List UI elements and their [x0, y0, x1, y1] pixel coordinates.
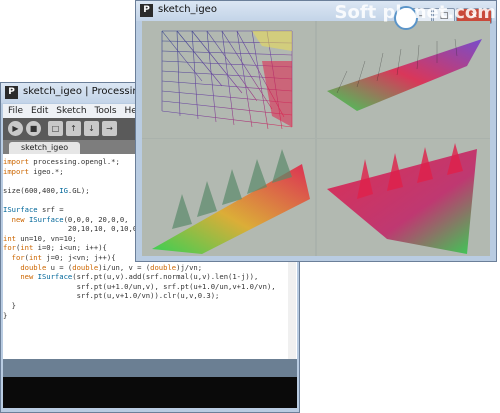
new-icon[interactable]: □	[48, 121, 63, 136]
viewport-top-right[interactable]	[317, 21, 490, 138]
menu-file[interactable]: File	[8, 104, 23, 118]
viewport-top-left[interactable]	[142, 21, 315, 138]
sketch-window: P sketch_igeo – □ ✕	[135, 0, 497, 262]
menu-edit[interactable]: Edit	[31, 104, 48, 118]
sketch-canvas[interactable]	[142, 21, 490, 256]
watermark: Soft planet.com	[334, 2, 497, 23]
open-icon[interactable]: ↑	[66, 121, 81, 136]
menu-tools[interactable]: Tools	[94, 104, 116, 118]
code-line[interactable]: srf.pt(u,v+1.0/vn)).clr(u,v,0.3);	[3, 291, 297, 301]
status-bar	[3, 359, 297, 377]
tab-sketch-igeo[interactable]: sketch_igeo	[9, 142, 81, 154]
viewport-bottom-right[interactable]	[317, 139, 490, 256]
stop-icon[interactable]: ■	[26, 121, 41, 136]
viewport-bottom-left[interactable]	[142, 139, 315, 256]
processing-logo-icon: P	[140, 4, 153, 17]
console-output	[3, 377, 297, 408]
code-line[interactable]: srf.pt(u+1.0/un,v), srf.pt(u+1.0/un,v+1.…	[3, 282, 297, 292]
sketch-title: sketch_igeo	[158, 4, 217, 15]
code-line[interactable]: }	[3, 311, 297, 321]
run-icon[interactable]: ▶	[8, 121, 23, 136]
code-line[interactable]: }	[3, 301, 297, 311]
processing-logo-icon: P	[5, 86, 18, 99]
export-icon[interactable]: →	[102, 121, 117, 136]
code-line[interactable]: double u = (double)i/un, v = (double)j/v…	[3, 263, 297, 273]
code-line[interactable]: new ISurface(srf.pt(u,v).add(srf.normal(…	[3, 272, 297, 282]
menu-sketch[interactable]: Sketch	[56, 104, 86, 118]
save-icon[interactable]: ↓	[84, 121, 99, 136]
